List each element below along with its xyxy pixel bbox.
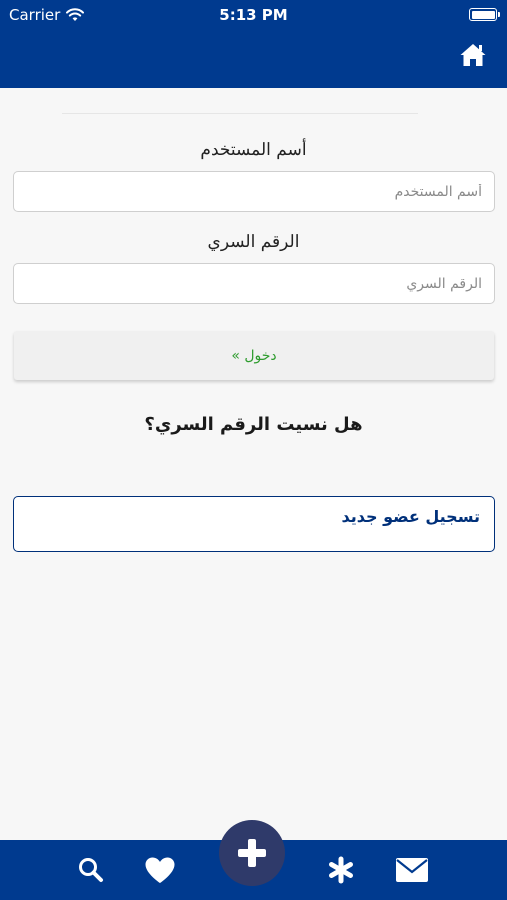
tab-favorites[interactable] [143, 854, 177, 886]
login-button[interactable]: دخول » [14, 331, 494, 380]
password-label: الرقم السري [207, 232, 300, 252]
clock: 5:13 PM [219, 6, 288, 24]
username-label: أسم المستخدم [200, 140, 307, 160]
battery-icon [469, 8, 500, 21]
add-button[interactable] [219, 820, 285, 886]
tab-search[interactable] [74, 854, 108, 886]
search-icon [79, 858, 103, 882]
register-label: تسجيل عضو جديد [341, 507, 480, 526]
app-header: Carrier 5:13 PM [0, 0, 507, 88]
tab-more[interactable] [324, 854, 358, 886]
register-button[interactable]: تسجيل عضو جديد [13, 496, 495, 552]
tab-messages[interactable] [395, 854, 429, 886]
password-input[interactable] [13, 263, 495, 304]
username-input[interactable] [13, 171, 495, 212]
divider [62, 113, 418, 114]
heart-icon [145, 857, 175, 883]
plus-icon [238, 839, 266, 867]
mail-icon [396, 858, 428, 882]
asterisk-icon [329, 856, 353, 884]
status-bar: Carrier 5:13 PM [0, 0, 507, 30]
home-icon[interactable] [459, 42, 487, 68]
forgot-password-link[interactable]: هل نسيت الرقم السري؟ [0, 414, 507, 435]
